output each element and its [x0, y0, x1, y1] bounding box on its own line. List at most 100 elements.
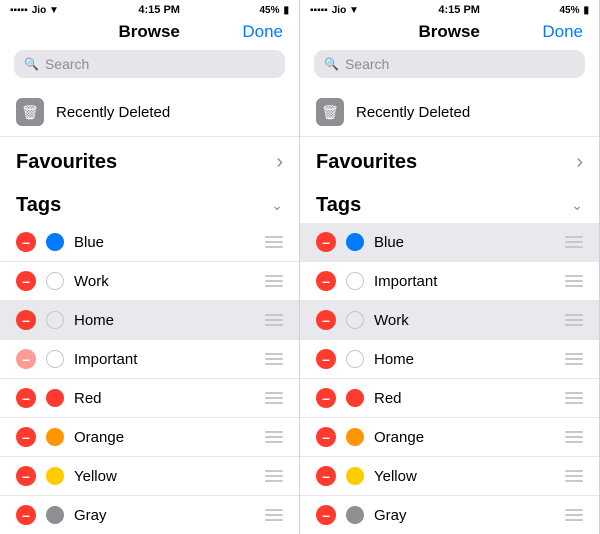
favourites-section-header[interactable]: Favourites › — [300, 137, 599, 180]
drag-handle[interactable] — [559, 314, 583, 326]
minus-button[interactable]: – — [16, 466, 36, 486]
drag-handle[interactable] — [259, 353, 283, 365]
tag-row[interactable]: –Blue — [300, 223, 599, 262]
drag-handle[interactable] — [259, 431, 283, 443]
tag-label: Blue — [74, 234, 249, 251]
tags-section-header[interactable]: Tags ⌄ — [0, 180, 299, 223]
tag-color-outline — [346, 311, 364, 329]
recently-deleted-row[interactable]: 🗑 Recently Deleted — [0, 88, 299, 137]
favourites-section-header[interactable]: Favourites › — [0, 137, 299, 180]
tag-color-dot — [346, 506, 364, 524]
search-placeholder: Search — [345, 56, 389, 72]
tag-color-dot — [46, 428, 64, 446]
tag-row[interactable]: –Yellow — [300, 457, 599, 496]
tag-color-dot — [346, 467, 364, 485]
minus-button[interactable]: – — [316, 388, 336, 408]
carrier-signal: ▪▪▪▪▪ — [310, 5, 328, 16]
tag-color-dot — [46, 506, 64, 524]
drag-handle[interactable] — [559, 353, 583, 365]
status-bar: ▪▪▪▪▪ Jio ▼ 4:15 PM 45% ▮ — [0, 0, 299, 18]
tag-color-dot — [46, 389, 64, 407]
drag-handle[interactable] — [259, 314, 283, 326]
tag-label: Orange — [74, 429, 249, 446]
tag-color-outline — [46, 272, 64, 290]
search-bar[interactable]: 🔍 Search — [14, 50, 285, 78]
battery-percent: 45% — [259, 5, 279, 16]
tag-row[interactable]: –Red — [300, 379, 599, 418]
nav-bar: Browse Done — [300, 18, 599, 50]
drag-handle[interactable] — [259, 275, 283, 287]
tag-row[interactable]: – Important — [300, 262, 599, 301]
minus-button[interactable]: – — [316, 349, 336, 369]
minus-button[interactable]: – — [316, 232, 336, 252]
drag-handle[interactable] — [559, 236, 583, 248]
status-time: 4:15 PM — [138, 4, 180, 16]
tag-row[interactable]: –Orange — [300, 418, 599, 457]
tag-row[interactable]: – Blue — [0, 223, 299, 262]
minus-button[interactable]: – — [16, 271, 36, 291]
status-left: ▪▪▪▪▪ Jio ▼ — [310, 5, 359, 16]
minus-button[interactable]: – — [16, 427, 36, 447]
tag-color-dot — [346, 233, 364, 251]
tag-row[interactable]: – Work — [300, 301, 599, 340]
search-bar[interactable]: 🔍 Search — [314, 50, 585, 78]
tag-label: Yellow — [74, 468, 249, 485]
drag-handle[interactable] — [559, 431, 583, 443]
tag-row[interactable]: – Gray — [0, 496, 299, 534]
tag-label: Home — [374, 351, 549, 368]
done-button[interactable]: Done — [242, 22, 283, 42]
drag-handle[interactable] — [259, 470, 283, 482]
tag-label: Gray — [374, 507, 549, 524]
tag-row[interactable]: – Yellow — [0, 457, 299, 496]
favourites-title: Favourites — [16, 151, 117, 174]
carrier-name: Jio ▼ — [332, 5, 359, 16]
drag-handle[interactable] — [259, 392, 283, 404]
trash-icon: 🗑 — [316, 98, 344, 126]
recently-deleted-row[interactable]: 🗑 Recently Deleted — [300, 88, 599, 137]
chevron-right-icon: › — [276, 151, 283, 174]
drag-handle[interactable] — [559, 470, 583, 482]
tag-label: Work — [374, 312, 549, 329]
tags-section-header[interactable]: Tags ⌄ — [300, 180, 599, 223]
nav-title: Browse — [356, 22, 542, 42]
tag-color-dot — [346, 389, 364, 407]
tag-row[interactable]: – Home — [0, 301, 299, 340]
minus-button[interactable]: – — [16, 388, 36, 408]
drag-handle[interactable] — [559, 392, 583, 404]
drag-handle[interactable] — [559, 509, 583, 521]
minus-button[interactable]: – — [316, 310, 336, 330]
minus-button[interactable]: – — [16, 232, 36, 252]
nav-bar: Browse Done — [0, 18, 299, 50]
battery-icon: ▮ — [283, 5, 289, 16]
status-left: ▪▪▪▪▪ Jio ▼ — [10, 5, 59, 16]
tag-color-dot — [346, 428, 364, 446]
tag-row[interactable]: – Gray — [300, 496, 599, 534]
tag-row[interactable]: –Work — [0, 262, 299, 301]
minus-button[interactable]: – — [316, 505, 336, 525]
tag-label: Gray — [74, 507, 249, 524]
recently-deleted-label: Recently Deleted — [56, 104, 170, 121]
minus-button[interactable]: – — [16, 505, 36, 525]
tag-color-dot — [46, 467, 64, 485]
tags-title: Tags — [316, 194, 361, 217]
drag-handle[interactable] — [559, 275, 583, 287]
minus-button[interactable]: – — [16, 349, 36, 369]
done-button[interactable]: Done — [542, 22, 583, 42]
tag-label: Important — [374, 273, 549, 290]
drag-handle[interactable] — [259, 509, 283, 521]
trash-icon: 🗑 — [16, 98, 44, 126]
chevron-down-icon: ⌄ — [271, 197, 283, 214]
battery-percent: 45% — [559, 5, 579, 16]
minus-button[interactable]: – — [316, 466, 336, 486]
tags-title: Tags — [16, 194, 61, 217]
minus-button[interactable]: – — [316, 271, 336, 291]
tag-row[interactable]: –Important — [0, 340, 299, 379]
tag-row[interactable]: –Red — [0, 379, 299, 418]
tag-label: Home — [74, 312, 249, 329]
minus-button[interactable]: – — [16, 310, 36, 330]
drag-handle[interactable] — [259, 236, 283, 248]
tag-list: –Blue–Work–Home–Important–Red–Orange–Yel… — [0, 223, 299, 534]
tag-row[interactable]: – Home — [300, 340, 599, 379]
minus-button[interactable]: – — [316, 427, 336, 447]
tag-row[interactable]: – Orange — [0, 418, 299, 457]
